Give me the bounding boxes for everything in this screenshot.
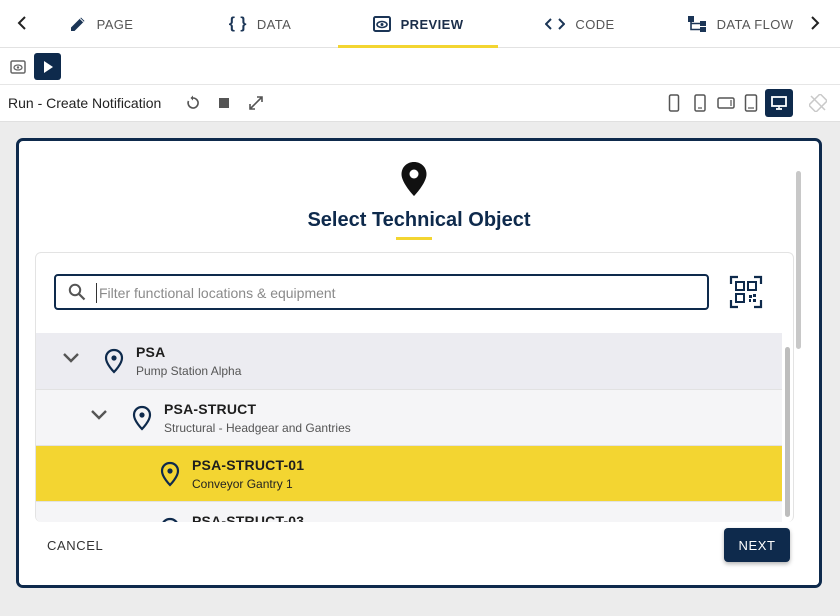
pencil-icon — [69, 15, 87, 33]
monitor-icon — [771, 96, 787, 110]
tab-data[interactable]: { } DATA — [218, 0, 302, 48]
play-icon — [43, 60, 53, 73]
tree-row[interactable]: PSA-STRUCT-03 — [36, 501, 782, 522]
search-input[interactable] — [96, 283, 696, 303]
title-accent-bar — [396, 237, 432, 240]
cancel-button[interactable]: CANCEL — [47, 538, 103, 553]
preview-eye-button[interactable] — [6, 55, 30, 79]
chevron-left-icon[interactable] — [10, 10, 34, 36]
tree-item-description: Conveyor Gantry 1 — [192, 477, 293, 491]
tree-row[interactable]: PSA Pump Station Alpha — [36, 333, 782, 389]
code-icon — [545, 17, 566, 31]
technical-object-card: PSA Pump Station Alpha PSA-STRUCT Struct… — [35, 252, 794, 522]
expand-icon[interactable] — [246, 93, 266, 113]
tree-item-code: PSA-STRUCT — [164, 401, 257, 417]
tab-label: PREVIEW — [400, 16, 464, 32]
stop-icon[interactable] — [214, 93, 234, 113]
tab-data-flow[interactable]: DATA FLOW — [684, 0, 796, 48]
tab-label: CODE — [575, 16, 615, 32]
dialog-title: Select Technical Object — [307, 209, 531, 231]
run-play-button[interactable] — [34, 53, 61, 80]
qr-scan-icon[interactable] — [729, 275, 763, 309]
chevron-down-icon[interactable] — [90, 408, 108, 426]
preview-toolbar — [0, 48, 840, 85]
chevron-right-icon[interactable] — [803, 10, 827, 36]
desktop-view-button[interactable] — [765, 89, 793, 117]
flow-icon — [687, 15, 707, 33]
run-title: Run - Create Notification — [8, 95, 162, 111]
tablet-landscape-icon[interactable] — [716, 93, 736, 113]
tab-label: PAGE — [96, 16, 134, 32]
tree-row-selected[interactable]: PSA-STRUCT-01 Conveyor Gantry 1 — [36, 445, 782, 501]
search-icon — [68, 283, 86, 306]
location-pin-icon — [132, 405, 152, 436]
dialog-scrollbar[interactable] — [794, 159, 804, 519]
chevron-down-icon[interactable] — [62, 351, 80, 369]
tree-item-description: Pump Station Alpha — [136, 364, 242, 378]
tab-page[interactable]: PAGE — [60, 0, 142, 48]
next-button[interactable]: NEXT — [724, 528, 790, 562]
run-toolbar: Run - Create Notification — [0, 85, 840, 122]
tab-code[interactable]: CODE — [538, 0, 622, 48]
tree-item-code: PSA-STRUCT-01 — [192, 457, 305, 473]
search-box — [54, 274, 709, 310]
location-pin-icon — [160, 461, 180, 492]
tree-item-code: PSA — [136, 344, 166, 360]
braces-icon: { } — [228, 15, 247, 32]
tree-item-description: Structural - Headgear and Gantries — [164, 421, 351, 435]
tab-label: DATA — [256, 16, 292, 32]
restart-icon[interactable] — [183, 93, 203, 113]
rotate-disabled-icon — [808, 93, 828, 113]
location-pin-icon — [400, 161, 428, 202]
tablet-portrait-icon[interactable] — [741, 93, 761, 113]
phone-large-icon[interactable] — [690, 93, 710, 113]
tab-label: DATA FLOW — [716, 16, 794, 32]
eye-icon — [372, 16, 391, 32]
tree-scrollbar[interactable] — [783, 333, 793, 522]
tree-scrollbar-thumb[interactable] — [785, 347, 790, 517]
preview-device-frame: Select Technical Object Filter functiona… — [16, 138, 822, 588]
tree-item-code: PSA-STRUCT-03 — [192, 513, 305, 522]
location-pin-icon — [104, 348, 124, 379]
phone-small-icon[interactable] — [664, 93, 684, 113]
tab-preview[interactable]: PREVIEW — [338, 0, 498, 48]
eye-icon — [10, 60, 26, 74]
dialog-scrollbar-thumb[interactable] — [796, 171, 801, 349]
dialog-footer: CANCEL NEXT — [19, 522, 819, 585]
top-tab-bar: PAGE { } DATA PREVIEW CODE DATA FLOW — [0, 0, 840, 48]
tree-row[interactable]: PSA-STRUCT Structural - Headgear and Gan… — [36, 389, 782, 445]
